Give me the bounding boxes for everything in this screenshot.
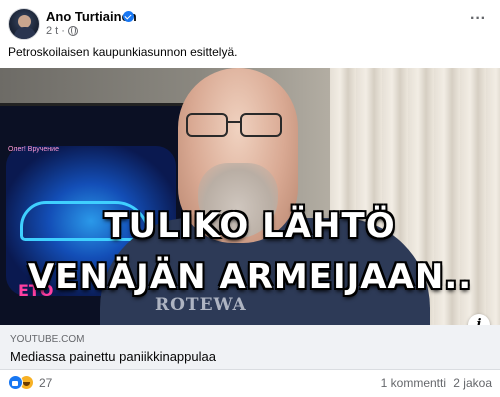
tv-text: Олег! Вручение	[8, 146, 59, 153]
reaction-count[interactable]: 27	[39, 376, 52, 390]
glasses-bridge	[228, 121, 240, 123]
glasses-right-lens	[240, 113, 282, 137]
author-avatar[interactable]	[8, 8, 40, 40]
link-preview[interactable]: Олег! Вручение ЕТО TULIKO LÄHTÖ VENÄJÄN …	[0, 68, 500, 370]
post-meta: 2 t ·	[46, 25, 78, 37]
video-thumbnail[interactable]: Олег! Вручение ЕТО TULIKO LÄHTÖ VENÄJÄN …	[0, 68, 500, 325]
video-overlay-text-line2: VENÄJÄN ARMEIJAAN..	[27, 257, 473, 297]
reactions-bar: 27 1 kommentti 2 jakoa	[0, 370, 500, 397]
video-overlay-text-line1: TULIKO LÄHTÖ	[104, 206, 396, 246]
post-text: Petroskoilaisen kaupunkiasunnon esittely…	[8, 45, 238, 59]
meta-separator: ·	[61, 25, 65, 37]
like-icon[interactable]	[8, 375, 23, 390]
verified-badge-icon	[123, 11, 134, 22]
shirt-print-text: ROTEWA	[155, 295, 247, 315]
avatar-body	[14, 27, 36, 39]
link-footer[interactable]: YOUTUBE.COM Mediassa painettu paniikkina…	[0, 325, 500, 370]
comments-count[interactable]: 1 kommentti	[381, 376, 446, 390]
more-options-button[interactable]: ···	[470, 10, 486, 28]
post-header: Ano Turtiainen 2 t · ···	[0, 0, 500, 40]
post-time[interactable]: 2 t	[46, 25, 58, 37]
shares-count[interactable]: 2 jakoa	[453, 376, 492, 390]
globe-icon[interactable]	[67, 26, 78, 36]
glasses-left-lens	[186, 113, 228, 137]
link-title[interactable]: Mediassa painettu paniikkinappulaa	[10, 349, 216, 364]
link-domain: YOUTUBE.COM	[10, 334, 85, 345]
